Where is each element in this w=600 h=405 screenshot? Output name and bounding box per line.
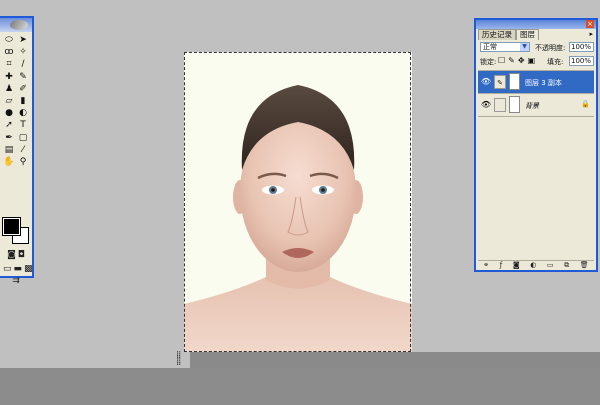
screen-mode-buttons: ▭ ▬ ▩ bbox=[2, 264, 33, 274]
layer-list: 👁 ✎ 图层 3 副本 👁 背景 🔒 bbox=[478, 70, 594, 256]
pen-icon[interactable]: ✒ bbox=[2, 132, 16, 144]
foreground-color-swatch[interactable] bbox=[2, 217, 21, 236]
lock-options: ☐ ✎ ✥ ▣ bbox=[498, 56, 535, 65]
jump-to-imageready-icon[interactable]: ⇉ bbox=[12, 276, 20, 286]
opacity-input[interactable]: 100% bbox=[569, 42, 594, 52]
lock-all-icon[interactable]: ▣ bbox=[528, 56, 536, 65]
screen-mode-full-menu-icon[interactable]: ▬ bbox=[14, 264, 23, 274]
lock-image-icon[interactable]: ✎ bbox=[508, 56, 515, 65]
dodge-icon[interactable]: ◐ bbox=[16, 107, 30, 119]
opacity-label: 不透明度: bbox=[535, 44, 566, 52]
document-scroll-area bbox=[190, 352, 600, 368]
healing-brush-icon[interactable]: ✚ bbox=[2, 71, 16, 83]
add-mask-icon[interactable]: ◙ bbox=[513, 261, 520, 271]
layer-row[interactable]: 👁 背景 🔒 bbox=[478, 94, 594, 117]
layer-thumbnail bbox=[509, 96, 520, 113]
shape-icon[interactable]: ▢ bbox=[16, 132, 30, 144]
blend-mode-select[interactable]: 正常 ▼ bbox=[480, 42, 530, 52]
lock-row: 锁定: ☐ ✎ ✥ ▣ 填充: 100% bbox=[478, 56, 594, 67]
visibility-eye-icon[interactable]: 👁 bbox=[480, 77, 492, 86]
link-layers-icon[interactable]: ⚭ bbox=[483, 261, 489, 271]
link-slot-icon[interactable] bbox=[494, 98, 506, 112]
close-icon[interactable]: × bbox=[586, 20, 594, 28]
path-select-icon[interactable]: ➚ bbox=[2, 119, 16, 131]
window-resize-grip[interactable]: ⁞⁞ ⁞⁞ bbox=[176, 351, 190, 368]
adjustment-layer-icon[interactable]: ◐ bbox=[530, 261, 536, 271]
status-area bbox=[0, 368, 600, 405]
layer-thumbnail bbox=[509, 73, 520, 90]
standard-mode-icon[interactable]: ◙ bbox=[7, 250, 16, 260]
history-brush-icon[interactable]: ✐ bbox=[16, 83, 30, 95]
eraser-icon[interactable]: ▱ bbox=[2, 95, 16, 107]
slice-icon[interactable]: ∕ bbox=[16, 58, 30, 70]
layers-palette: × 历史记录 图层 ▸ 正常 ▼ 不透明度: 100% 锁定: ☐ ✎ ✥ ▣ 填… bbox=[474, 18, 598, 272]
zoom-icon[interactable]: ⚲ bbox=[16, 156, 30, 168]
stamp-icon[interactable]: ♟ bbox=[2, 83, 16, 95]
visibility-eye-icon[interactable]: 👁 bbox=[480, 100, 492, 109]
active-layer-brush-icon[interactable]: ✎ bbox=[494, 75, 506, 89]
lock-transparency-icon[interactable]: ☐ bbox=[498, 56, 505, 65]
palette-tabs: 历史记录 图层 bbox=[478, 29, 539, 40]
blend-mode-value: 正常 bbox=[483, 43, 497, 51]
layer-row[interactable]: 👁 ✎ 图层 3 副本 bbox=[478, 71, 594, 94]
palette-title-bar[interactable]: × bbox=[476, 20, 596, 29]
screen-mode-standard-icon[interactable]: ▭ bbox=[3, 264, 12, 274]
layer-name: 背景 bbox=[525, 102, 539, 110]
lock-label: 锁定: bbox=[480, 58, 497, 66]
lasso-icon[interactable]: ꝏ bbox=[2, 46, 16, 58]
layer-name: 图层 3 副本 bbox=[525, 79, 562, 87]
blur-icon[interactable]: ● bbox=[2, 107, 16, 119]
palette-footer: ⚭ ƒ ◙ ◐ ▭ ⧉ 🗑 bbox=[478, 260, 594, 271]
toolbox: ⬭ ➤ ꝏ ✧ ⌗ ∕ ✚ ✎ ♟ ✐ ▱ ▮ ● ◐ ➚ T ✒ ▢ ▤ ⁄ ✋ ⚲ ◙ ◘ ▭ ▬ ▩ ⇉ bbox=[0, 16, 34, 286]
type-icon[interactable]: T bbox=[16, 119, 30, 131]
crop-icon[interactable]: ⌗ bbox=[2, 58, 16, 70]
notes-icon[interactable]: ▤ bbox=[2, 144, 16, 156]
toolbox-header[interactable] bbox=[0, 18, 32, 32]
new-group-icon[interactable]: ▭ bbox=[547, 261, 554, 271]
selection-marquee bbox=[184, 52, 411, 352]
photoshop-feather-icon bbox=[10, 20, 28, 30]
move-icon[interactable]: ➤ bbox=[16, 34, 30, 46]
new-layer-icon[interactable]: ⧉ bbox=[564, 261, 569, 271]
mode-buttons: ◙ ◘ bbox=[2, 250, 30, 260]
gradient-icon[interactable]: ▮ bbox=[16, 95, 30, 107]
lock-icon: 🔒 bbox=[581, 100, 590, 108]
screen-mode-full-icon[interactable]: ▩ bbox=[24, 264, 33, 274]
tab-history[interactable]: 历史记录 bbox=[478, 29, 516, 40]
delete-layer-icon[interactable]: 🗑 bbox=[580, 261, 589, 271]
lock-position-icon[interactable]: ✥ bbox=[518, 56, 525, 65]
magic-wand-icon[interactable]: ✧ bbox=[16, 46, 30, 58]
marquee-icon[interactable]: ⬭ bbox=[2, 34, 16, 46]
quick-mask-icon[interactable]: ◘ bbox=[18, 250, 25, 260]
fill-label: 填充: bbox=[547, 58, 564, 66]
fill-input[interactable]: 100% bbox=[569, 56, 594, 66]
tool-grid: ⬭ ➤ ꝏ ✧ ⌗ ∕ ✚ ✎ ♟ ✐ ▱ ▮ ● ◐ ➚ T ✒ ▢ ▤ ⁄ ✋ ⚲ bbox=[2, 34, 30, 168]
hand-icon[interactable]: ✋ bbox=[2, 156, 16, 168]
brush-icon[interactable]: ✎ bbox=[16, 71, 30, 83]
tab-layers[interactable]: 图层 bbox=[516, 29, 539, 40]
chevron-down-icon[interactable]: ▼ bbox=[520, 43, 529, 51]
jump-button: ⇉ bbox=[2, 276, 30, 286]
blend-row: 正常 ▼ 不透明度: 100% bbox=[478, 42, 594, 53]
layer-style-icon[interactable]: ƒ bbox=[500, 261, 502, 271]
palette-menu-icon[interactable]: ▸ bbox=[589, 30, 593, 38]
eyedropper-icon[interactable]: ⁄ bbox=[16, 144, 30, 156]
